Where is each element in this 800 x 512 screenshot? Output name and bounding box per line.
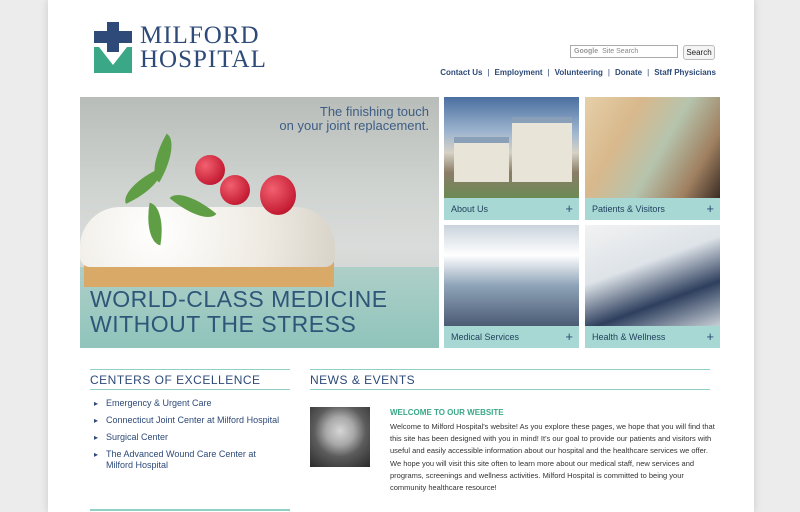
tile-bar: Health & Wellness + (585, 326, 720, 348)
centers-title: CENTERS OF EXCELLENCE (90, 373, 261, 387)
plus-icon[interactable]: + (565, 198, 573, 220)
blood-pressure-photo (585, 225, 720, 326)
center-link-emergency[interactable]: Emergency & Urgent Care (94, 398, 284, 409)
hero-headline-line2: WITHOUT THE STRESS (90, 311, 357, 337)
nav-separator: | (607, 68, 610, 77)
hero-headline-line1: WORLD-CLASS MEDICINE (90, 286, 388, 312)
tile-about-us[interactable]: About Us + (444, 97, 579, 220)
president-portrait (310, 407, 370, 467)
logo-line1: MILFORD (140, 22, 260, 49)
logo-line2: HOSPITAL (140, 46, 267, 73)
logo-text: MILFORD HOSPITAL (140, 22, 267, 73)
tile-health-wellness[interactable]: Health & Wellness + (585, 225, 720, 348)
raspberry-image (220, 175, 250, 205)
nav-separator: | (647, 68, 650, 77)
nav-separator: | (547, 68, 550, 77)
logo[interactable]: MILFORD HOSPITAL (94, 22, 267, 74)
tile-bar: About Us + (444, 198, 579, 220)
search-input[interactable]: Google Site Search (570, 45, 678, 58)
top-nav: Contact Us | Employment | Volunteering |… (440, 68, 716, 77)
tile-bar: Medical Services + (444, 326, 579, 348)
section-rule (90, 509, 290, 511)
hero-tagline-line2: on your joint replacement. (279, 118, 429, 133)
tile-medical-services[interactable]: Medical Services + (444, 225, 579, 348)
raspberry-image (260, 175, 296, 215)
hero-headline: WORLD-CLASS MEDICINE WITHOUT THE STRESS (90, 287, 388, 337)
hospital-cross-icon (94, 22, 132, 74)
page: MILFORD HOSPITAL Google Site Search Sear… (48, 0, 754, 512)
center-link-joint[interactable]: Connecticut Joint Center at Milford Hosp… (94, 415, 284, 426)
nav-contact-us[interactable]: Contact Us (440, 68, 482, 77)
nav-separator: | (487, 68, 490, 77)
news-title: NEWS & EVENTS (310, 373, 416, 387)
nav-volunteering[interactable]: Volunteering (555, 68, 603, 77)
nav-staff-physicians[interactable]: Staff Physicians (654, 68, 716, 77)
section-rule (310, 389, 710, 390)
plus-icon[interactable]: + (565, 326, 573, 348)
tile-label: Patients & Visitors (592, 204, 665, 214)
search-placeholder: Site Search (602, 48, 639, 55)
news-body: Welcome to Milford Hospital's website! A… (390, 422, 715, 493)
center-link-surgical[interactable]: Surgical Center (94, 432, 284, 443)
plus-icon[interactable]: + (706, 326, 714, 348)
tile-label: About Us (451, 204, 489, 214)
nav-donate[interactable]: Donate (615, 68, 642, 77)
google-label: Google (574, 48, 599, 55)
tile-label: Health & Wellness (592, 332, 666, 342)
center-link-wound-care[interactable]: The Advanced Wound Care Center at Milfor… (94, 449, 284, 471)
tile-bar: Patients & Visitors + (585, 198, 720, 220)
news-headline[interactable]: WELCOME TO OUR WEBSITE (390, 408, 504, 417)
search-button[interactable]: Search (683, 45, 715, 60)
section-rule (90, 369, 290, 370)
plus-icon[interactable]: + (706, 198, 714, 220)
hero-tagline: The finishing touch on your joint replac… (279, 105, 429, 133)
hero-tagline-line1: The finishing touch (319, 104, 429, 119)
hospital-building-photo (444, 97, 579, 198)
mint-leaf-image (118, 168, 168, 204)
section-rule (90, 389, 290, 390)
tile-patients-visitors[interactable]: Patients & Visitors + (585, 97, 720, 220)
patient-visitor-photo (585, 97, 720, 198)
centers-list: Emergency & Urgent Care Connecticut Join… (94, 398, 284, 477)
tile-label: Medical Services (451, 332, 520, 342)
hero-banner[interactable]: The finishing touch on your joint replac… (80, 97, 439, 348)
medical-staff-photo (444, 225, 579, 326)
section-rule (310, 369, 710, 370)
raspberry-image (195, 155, 225, 185)
nav-employment[interactable]: Employment (495, 68, 543, 77)
